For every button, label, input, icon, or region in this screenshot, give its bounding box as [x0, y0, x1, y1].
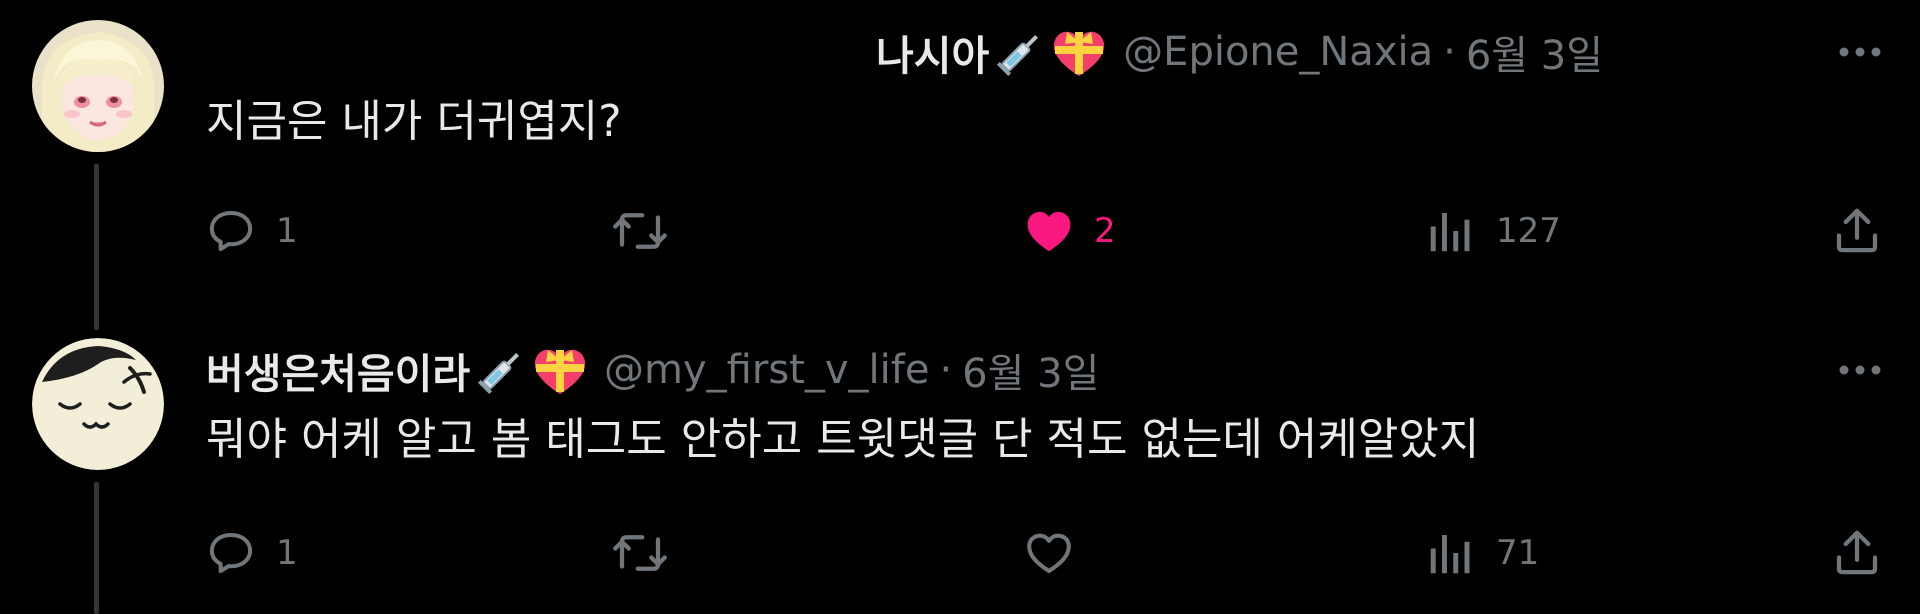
reply-button[interactable]: 1	[204, 196, 298, 266]
reply-icon	[209, 532, 253, 574]
more-options-button[interactable]	[1830, 340, 1890, 400]
heart-outline-icon	[1027, 533, 1071, 574]
share-icon	[1836, 208, 1878, 253]
more-options-button[interactable]	[1830, 22, 1890, 82]
timestamp[interactable]: 6월 3일	[1466, 23, 1603, 81]
syringe-icon	[997, 35, 1039, 77]
display-name[interactable]: 나시아	[876, 22, 989, 82]
reply-button[interactable]: 1	[204, 518, 298, 588]
like-button[interactable]	[1022, 518, 1094, 588]
action-bar: 1 2 127	[0, 196, 1920, 266]
tweet-header: 버생은처음이라 @my_first_v_life · 6월 3일	[206, 340, 1099, 400]
handle[interactable]: @my_first_v_life	[604, 347, 929, 393]
share-button[interactable]	[1830, 518, 1884, 588]
name-badges	[474, 342, 590, 398]
handle[interactable]: @Epione_Naxia	[1123, 29, 1433, 75]
like-button[interactable]: 2	[1022, 196, 1116, 266]
syringe-icon	[478, 353, 520, 395]
retweet-button[interactable]	[610, 196, 688, 266]
view-count: 127	[1496, 211, 1561, 251]
analytics-icon	[1430, 213, 1470, 252]
share-icon	[1836, 530, 1878, 575]
tweet-text: 지금은 내가 더귀엽지?	[206, 96, 622, 147]
separator: ·	[939, 347, 953, 393]
name-badges	[993, 24, 1109, 80]
reply-count: 1	[276, 211, 298, 251]
display-name[interactable]: 버생은처음이라	[206, 340, 470, 400]
separator: ·	[1443, 29, 1456, 75]
timestamp[interactable]: 6월 3일	[962, 341, 1099, 399]
share-button[interactable]	[1830, 196, 1884, 266]
retweet-button[interactable]	[610, 518, 688, 588]
analytics-icon	[1430, 535, 1470, 574]
retweet-icon	[613, 213, 667, 249]
more-icon	[1839, 47, 1881, 57]
reply-icon	[209, 210, 253, 252]
action-bar: 1 71	[0, 518, 1920, 588]
more-icon	[1839, 365, 1881, 375]
heart-gift-icon	[534, 349, 586, 394]
tweet-text: 뭐야 어케 알고 봄 태그도 안하고 트윗댓글 단 적도 없는데 어케알았지	[206, 414, 1480, 465]
views-button[interactable]: 71	[1424, 518, 1539, 588]
tweet[interactable]: 나시아 @Epione_Naxia · 6월 3일 지금은 내가 더귀엽지? 1…	[0, 0, 1920, 330]
avatar[interactable]	[32, 338, 164, 470]
tweet-header: 나시아 @Epione_Naxia · 6월 3일	[876, 22, 1603, 82]
view-count: 71	[1496, 533, 1540, 573]
heart-filled-icon	[1027, 211, 1071, 252]
like-count: 2	[1094, 211, 1116, 251]
tweet[interactable]: 버생은처음이라 @my_first_v_life · 6월 3일 뭐야 어케 알…	[0, 330, 1920, 614]
reply-count: 1	[276, 533, 298, 573]
avatar[interactable]	[32, 20, 164, 152]
views-button[interactable]: 127	[1424, 196, 1561, 266]
heart-gift-icon	[1054, 31, 1105, 76]
retweet-icon	[613, 535, 667, 571]
